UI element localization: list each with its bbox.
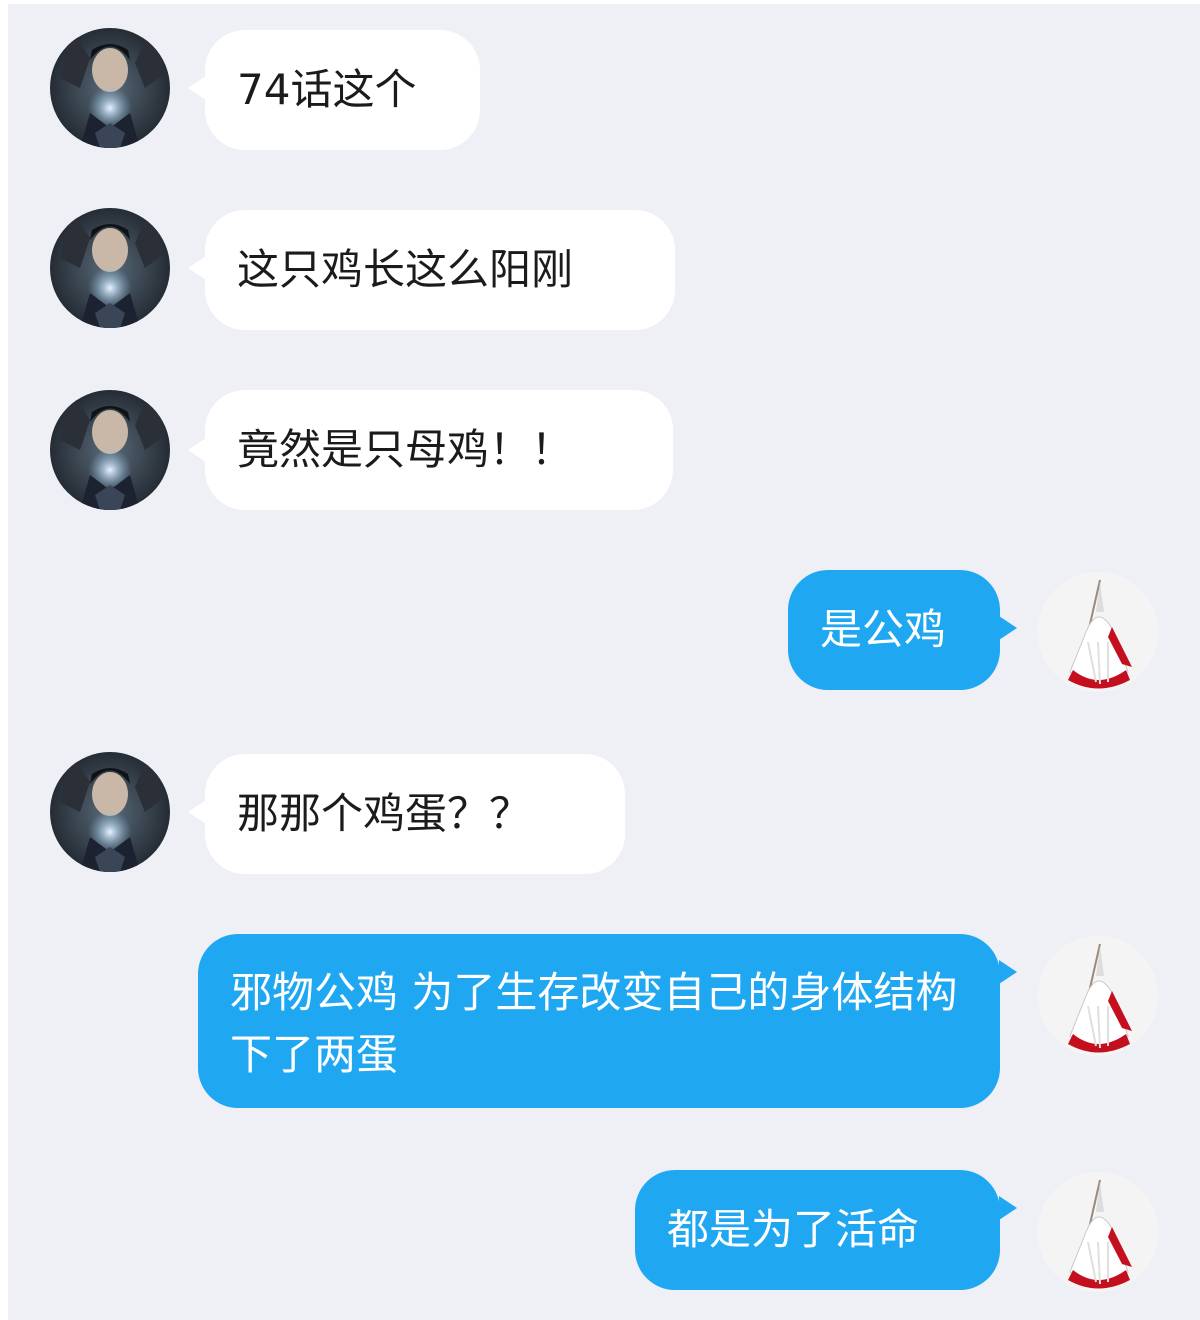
message-text: 竟然是只母鸡！！ [237,425,574,474]
bubble-tail [188,256,206,280]
top-edge [0,0,1200,4]
avatar-left[interactable] [50,28,170,148]
avatar-left[interactable] [50,390,170,510]
bubble-tail [188,438,206,462]
message-bubble[interactable]: 那那个鸡蛋？？ [205,754,625,874]
bubble-tail [999,960,1017,984]
white-red-figure-avatar-icon [1038,572,1158,692]
left-edge [0,0,8,1320]
avatar-right[interactable] [1038,1172,1158,1292]
message-text: 这只鸡长这么阳刚 [237,245,574,294]
message-bubble[interactable]: 是公鸡 [788,570,1000,690]
message-text: 邪物公鸡 为了生存改变自己的身体结构下了两蛋 [230,968,958,1079]
message-bubble[interactable]: 竟然是只母鸡！！ [205,390,673,510]
message-bubble[interactable]: 这只鸡长这么阳刚 [205,210,675,330]
avatar-left[interactable] [50,752,170,872]
dark-haired-character-avatar-icon [50,752,170,872]
message-bubble[interactable]: 74话这个 [205,30,480,150]
white-red-figure-avatar-icon [1038,1172,1158,1292]
avatar-left[interactable] [50,208,170,328]
white-red-figure-avatar-icon [1038,936,1158,1056]
message-bubble[interactable]: 都是为了活命 [635,1170,1000,1290]
bubble-tail [188,800,206,824]
bubble-tail [999,1196,1017,1220]
bubble-tail [999,616,1017,640]
avatar-right[interactable] [1038,936,1158,1056]
dark-haired-character-avatar-icon [50,28,170,148]
message-text: 都是为了活命 [667,1205,920,1254]
bubble-tail [188,76,206,100]
message-text: 那那个鸡蛋？？ [237,789,532,838]
dark-haired-character-avatar-icon [50,208,170,328]
message-text: 74话这个 [237,65,417,114]
message-text: 是公鸡 [820,605,947,654]
dark-haired-character-avatar-icon [50,390,170,510]
message-bubble[interactable]: 邪物公鸡 为了生存改变自己的身体结构下了两蛋 [198,934,1000,1108]
avatar-right[interactable] [1038,572,1158,692]
